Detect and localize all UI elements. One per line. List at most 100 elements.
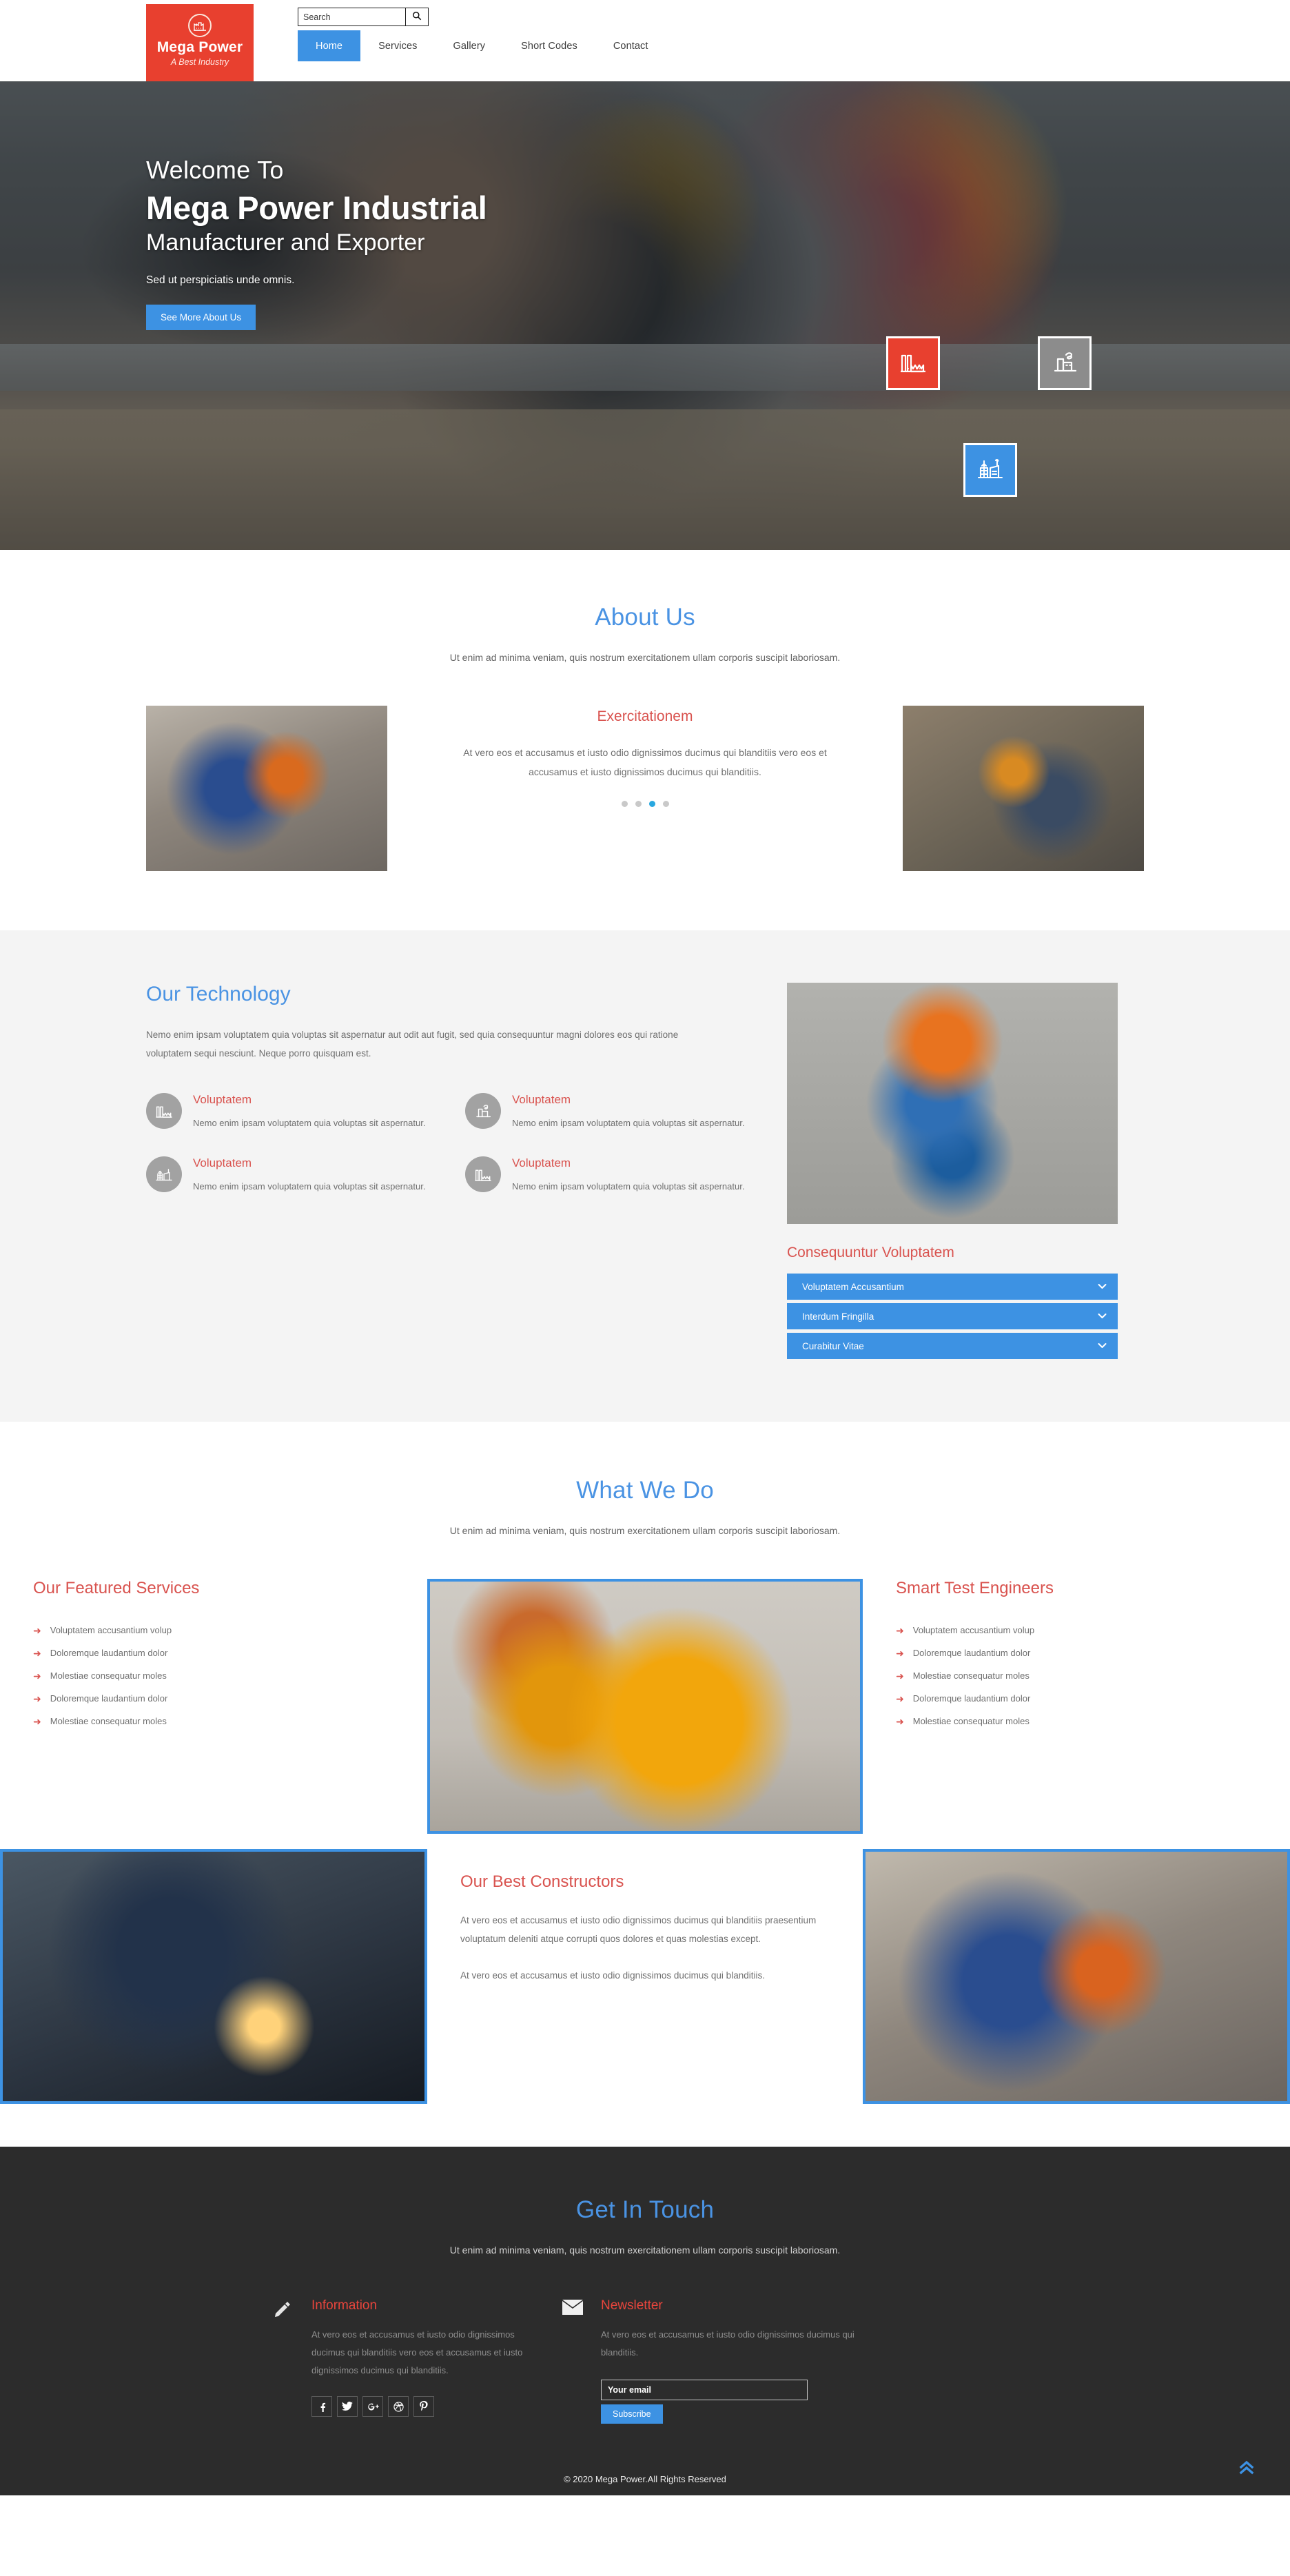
carousel-dot-1[interactable] <box>621 801 628 807</box>
list-item[interactable]: ➜ Doloremque laudantium dolor <box>33 1687 394 1710</box>
carousel-dot-4[interactable] <box>662 801 669 807</box>
list-item[interactable]: ➜ Molestiae consequatur moles <box>896 1710 1257 1732</box>
list-item[interactable]: ➜ Voluptatem accusantium volup <box>896 1619 1257 1642</box>
newsletter-title: Newsletter <box>601 2298 663 2313</box>
what-we-do-title: What We Do <box>576 1477 714 1504</box>
feature-item: Voluptatem Nemo enim ipsam voluptatem qu… <box>146 1156 440 1195</box>
accordion-title: Consequuntur Voluptatem <box>787 1245 954 1260</box>
back-to-top-button[interactable] <box>1239 2460 1254 2476</box>
facebook-icon[interactable] <box>311 2396 332 2417</box>
feature-title: Voluptatem <box>193 1093 252 1106</box>
arrow-right-icon: ➜ <box>896 1693 904 1704</box>
carousel-dots[interactable] <box>452 801 838 807</box>
list-item[interactable]: ➜ Voluptatem accusantium volup <box>33 1619 394 1642</box>
footer-newsletter-block: Newsletter At vero eos et accusamus et i… <box>549 2298 1031 2424</box>
list-item-label: Doloremque laudantium dolor <box>50 1693 168 1704</box>
arrow-right-icon: ➜ <box>896 1647 904 1659</box>
nav-item-home[interactable]: Home <box>298 30 361 61</box>
newsletter-text: At vero eos et accusamus et iusto odio d… <box>601 2329 854 2358</box>
search-icon <box>412 11 422 23</box>
about-right-image <box>903 706 1144 871</box>
accordion-label: Interdum Fringilla <box>802 1311 874 1322</box>
list-item-label: Molestiae consequatur moles <box>912 1716 1030 1726</box>
information-title: Information <box>311 2298 378 2313</box>
list-item[interactable]: ➜ Molestiae consequatur moles <box>33 1710 394 1732</box>
twitter-icon[interactable] <box>337 2396 358 2417</box>
search-box[interactable] <box>298 8 429 26</box>
list-item-label: Molestiae consequatur moles <box>50 1716 167 1726</box>
chevron-down-icon <box>1098 1341 1107 1351</box>
feature-title: Voluptatem <box>512 1093 571 1106</box>
accordion-item-interdum-fringilla[interactable]: Interdum Fringilla <box>787 1303 1118 1329</box>
hero-banner: Welcome To Mega Power Industrial Manufac… <box>0 81 1290 550</box>
search-input[interactable] <box>298 8 405 25</box>
feature-text: Nemo enim ipsam voluptatem quia voluptas… <box>512 1181 745 1192</box>
dribbble-icon[interactable] <box>388 2396 409 2417</box>
arrow-right-icon: ➜ <box>33 1670 41 1681</box>
best-constructors-column: Our Best Constructors At vero eos et acc… <box>427 1849 863 2104</box>
accordion-item-voluptatem-accusantium[interactable]: Voluptatem Accusantium <box>787 1274 1118 1300</box>
featured-services-title: Our Featured Services <box>33 1579 200 1597</box>
subscribe-button[interactable]: Subscribe <box>601 2404 663 2424</box>
newsletter-form[interactable]: Subscribe <box>601 2380 890 2424</box>
arrow-right-icon: ➜ <box>33 1624 41 1636</box>
feature-item: Voluptatem Nemo enim ipsam voluptatem qu… <box>465 1093 759 1132</box>
list-item-label: Doloremque laudantium dolor <box>912 1693 1031 1704</box>
factory-icon <box>188 14 212 37</box>
nav-item-gallery[interactable]: Gallery <box>436 30 504 61</box>
factory-chart-icon <box>465 1156 501 1193</box>
technology-section: Our Technology Nemo enim ipsam voluptate… <box>0 930 1290 1422</box>
smart-engineers-title: Smart Test Engineers <box>896 1579 1054 1597</box>
hero-badge-factory-chart[interactable] <box>886 336 940 390</box>
nav-item-services[interactable]: Services <box>360 30 435 61</box>
carousel-dot-2[interactable] <box>635 801 642 807</box>
best-constructors-paragraph-1: At vero eos et accusamus et iusto odio d… <box>460 1915 817 1944</box>
list-item[interactable]: ➜ Doloremque laudantium dolor <box>896 1642 1257 1664</box>
information-text: At vero eos et accusamus et iusto odio d… <box>311 2329 523 2375</box>
site-footer: Get In Touch Ut enim ad minima veniam, q… <box>0 2147 1290 2495</box>
factory-chart-icon <box>146 1093 182 1129</box>
list-item[interactable]: ➜ Molestiae consequatur moles <box>33 1664 394 1687</box>
list-item[interactable]: ➜ Doloremque laudantium dolor <box>896 1687 1257 1710</box>
search-button[interactable] <box>405 8 428 25</box>
logo-tagline: A Best Industry <box>170 57 229 68</box>
pinterest-icon[interactable] <box>413 2396 434 2417</box>
hero-badge-factory-smoke[interactable] <box>1038 336 1092 390</box>
newsletter-email-input[interactable] <box>601 2380 808 2400</box>
nav-item-contact[interactable]: Contact <box>595 30 666 61</box>
arrow-right-icon: ➜ <box>896 1715 904 1727</box>
feature-title: Voluptatem <box>193 1156 252 1170</box>
arrow-right-icon: ➜ <box>33 1647 41 1659</box>
logo-title: Mega Power <box>156 39 243 55</box>
factory-tower-icon <box>146 1156 182 1193</box>
site-logo[interactable]: Mega Power A Best Industry <box>146 4 254 81</box>
social-links[interactable] <box>311 2396 549 2417</box>
google-plus-icon[interactable] <box>362 2396 383 2417</box>
featured-services-list: ➜ Voluptatem accusantium volup ➜ Doloremqu… <box>33 1619 394 1732</box>
technology-image <box>787 983 1118 1224</box>
list-item-label: Voluptatem accusantium volup <box>50 1625 172 1635</box>
about-slide-text: At vero eos et accusamus et iusto odio d… <box>463 747 827 777</box>
accordion-item-curabitur-vitae[interactable]: Curabitur Vitae <box>787 1333 1118 1359</box>
about-left-image <box>146 706 387 871</box>
hero-badge-factory-tower[interactable] <box>963 443 1017 497</box>
about-title: About Us <box>595 604 695 631</box>
carousel-dot-3[interactable] <box>648 801 655 807</box>
factory-tower-icon <box>976 457 1004 484</box>
get-in-touch-subtitle: Ut enim ad minima veniam, quis nostrum e… <box>449 2245 841 2256</box>
get-in-touch-title: Get In Touch <box>575 2196 715 2223</box>
list-item-label: Doloremque laudantium dolor <box>912 1648 1031 1658</box>
copyright-bar: © 2020 Mega Power.All Rights Reserved <box>0 2460 1290 2495</box>
nav-item-short-codes[interactable]: Short Codes <box>503 30 595 61</box>
list-item[interactable]: ➜ Doloremque laudantium dolor <box>33 1642 394 1664</box>
list-item-label: Molestiae consequatur moles <box>50 1670 167 1681</box>
about-carousel: Exercitationem At vero eos et accusamus … <box>452 706 838 807</box>
feature-text: Nemo enim ipsam voluptatem quia voluptas… <box>193 1181 426 1192</box>
featured-services-column: Our Featured Services ➜ Voluptatem accusa… <box>0 1579 427 1834</box>
chevron-down-icon <box>1098 1282 1107 1291</box>
main-navigation[interactable]: Home Services Gallery Short Codes Contac… <box>298 30 666 61</box>
list-item-label: Voluptatem accusantium volup <box>912 1625 1035 1635</box>
factory-smoke-icon <box>465 1093 501 1129</box>
list-item[interactable]: ➜ Molestiae consequatur moles <box>896 1664 1257 1687</box>
about-slide-title: Exercitationem <box>597 708 693 724</box>
